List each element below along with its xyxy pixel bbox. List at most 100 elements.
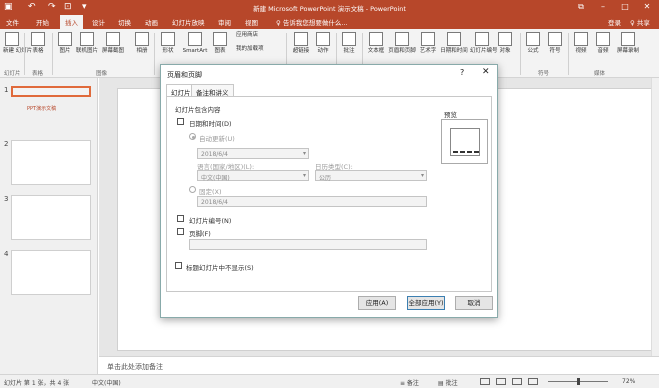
tab-file[interactable]: 文件 [6,17,19,27]
table-button[interactable]: 表格 [29,32,47,55]
reading-view-icon[interactable] [512,378,522,385]
textbox-icon [369,32,383,46]
action-button[interactable]: 动作 [314,32,332,55]
object-button[interactable]: 对象 [496,32,514,55]
omega-icon [548,32,562,46]
group-separator [154,33,155,75]
tab-transitions[interactable]: 切换 [118,17,131,27]
smartart-button[interactable]: SmartArt [180,32,210,55]
zoom-slider-thumb[interactable] [577,378,580,385]
group-separator [24,33,25,75]
slide-thumbnail-1[interactable]: PPT演示文稿 [11,86,91,112]
language-status[interactable]: 中文(中国) [92,378,121,387]
tab-home[interactable]: 开始 [36,17,49,27]
equation-button[interactable]: 公式 [524,32,542,55]
online-picture-button[interactable]: 联机图片 [76,32,98,55]
online-picture-label: 联机图片 [76,48,99,54]
close-button[interactable]: ✕ [636,0,658,14]
screen-recording-button[interactable]: 屏幕录制 [616,32,640,55]
tab-review[interactable]: 审阅 [218,17,231,27]
group-label-slides: 幻灯片 [4,71,21,77]
tab-animations[interactable]: 动画 [145,17,158,27]
screenshot-button[interactable]: 屏幕截图 [102,32,124,55]
ribbon-tab-bar: 文件 开始 插入 设计 切换 动画 幻灯片放映 审阅 视图 ♀ 告诉我您想要做什… [0,14,659,29]
group-separator [568,33,569,75]
ribbon-display-options-icon[interactable]: ⧉ [570,0,592,14]
cancel-button[interactable]: 取消 [455,296,493,310]
language-select[interactable]: 中文(中国) ▾ [197,170,309,182]
group-label-symbols: 符号 [538,71,550,77]
normal-view-icon[interactable] [480,378,490,385]
slide-thumbnail-4[interactable] [11,250,91,295]
footer-input[interactable] [189,239,427,250]
date-format-select[interactable]: 2018/6/4 ▾ [197,148,309,159]
comment-icon [342,32,356,46]
album-button[interactable]: 相册 [134,32,150,55]
dialog-close-button[interactable]: ✕ [482,67,490,77]
preview-footer-mark [474,151,479,153]
store-button[interactable]: 应用商店 [236,32,270,39]
table-label: 表格 [32,48,44,54]
slide-thumbnail-3[interactable] [11,195,91,240]
footer-checkbox[interactable] [177,228,184,235]
help-button[interactable]: ? [460,68,464,77]
video-button[interactable]: 视频 [572,32,590,55]
slide-number-button[interactable]: 幻灯片编号 [470,32,498,55]
preview-box [441,119,488,164]
table-icon [31,32,45,46]
slide-thumbnail-2[interactable] [11,140,91,185]
hyperlink-label: 超链接 [292,48,310,54]
slide-number-checkbox[interactable] [177,215,184,222]
store-label: 应用商店 [236,32,259,38]
zoom-level[interactable]: 72% [622,378,635,385]
date-time-checkbox[interactable] [177,118,184,125]
tab-notes-handouts[interactable]: 备注和讲义 [191,84,234,97]
slide-sorter-view-icon[interactable] [496,378,506,385]
smartart-icon [188,32,202,46]
fixed-date-input[interactable]: 2018/6/4 [197,196,427,207]
tab-slideshow[interactable]: 幻灯片放映 [172,17,205,27]
preview-footer-mark [467,151,472,153]
audio-button[interactable]: 音频 [594,32,612,55]
shapes-button[interactable]: 形状 [158,32,178,55]
slideshow-view-icon[interactable] [528,378,538,385]
my-addins-button[interactable]: 我的加载项 [236,46,276,53]
notes-toggle-button[interactable]: ≡ 备注 [400,378,419,387]
new-slide-button[interactable]: 新建 幻灯片 [3,32,32,55]
minimize-button[interactable]: – [592,0,614,14]
notes-pane[interactable]: 单击此处添加备注 [99,356,659,374]
maximize-button[interactable]: □ [614,0,636,14]
wordart-button[interactable]: 艺术字 [418,32,438,55]
group-label-media: 媒体 [594,71,606,77]
hyperlink-button[interactable]: 超链接 [290,32,312,55]
tab-insert[interactable]: 插入 [60,15,83,29]
tab-view[interactable]: 视图 [245,17,258,27]
chart-button[interactable]: 图表 [212,32,228,55]
auto-update-radio[interactable] [189,133,196,140]
vertical-scrollbar[interactable] [651,78,659,356]
tab-design[interactable]: 设计 [92,17,105,27]
textbox-button[interactable]: 文本框 [366,32,386,55]
group-label-images: 图像 [96,71,108,77]
fixed-date-value: 2018/6/4 [201,199,228,206]
sign-in-link[interactable]: 登录 [608,17,621,27]
chevron-down-icon: ▾ [420,172,424,179]
calendar-type-select[interactable]: 公历 ▾ [315,170,427,182]
screen-recording-icon [621,32,635,46]
share-button[interactable]: ♀ 共享 [630,17,650,27]
hide-on-title-slide-checkbox[interactable] [175,262,182,269]
comment-button[interactable]: 批注 [340,32,358,55]
apply-all-button[interactable]: 全部应用(Y) [407,296,445,310]
apply-button[interactable]: 应用(A) [358,296,396,310]
fixed-date-radio[interactable] [189,186,196,193]
tell-me-search[interactable]: ♀ 告诉我您想要做什么... [276,17,348,27]
auto-update-label: 自动更新(U) [199,135,235,143]
header-footer-button[interactable]: 页眉和页脚 [388,32,416,55]
comments-toggle-button[interactable]: ▤ 批注 [438,378,458,387]
date-time-button[interactable]: 日期和时间 [440,32,468,55]
smartart-label: SmartArt [182,48,208,54]
date-time-label: 日期和时间 [440,48,468,54]
dialog-title: 页眉和页脚 [167,71,202,79]
picture-button[interactable]: 图片 [56,32,74,55]
symbol-button[interactable]: 符号 [546,32,564,55]
